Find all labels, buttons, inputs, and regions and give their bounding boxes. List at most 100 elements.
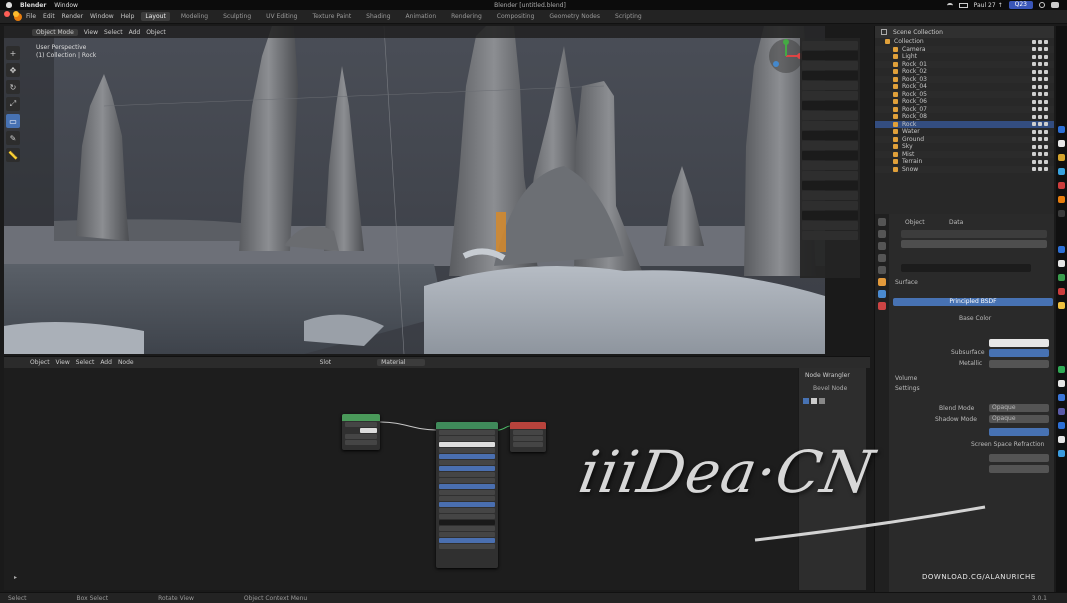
node-add-icon[interactable]	[803, 398, 809, 404]
ne-slot-dropdown[interactable]: Slot	[320, 359, 332, 366]
filter-icon[interactable]	[881, 29, 887, 35]
camera-icon[interactable]	[1038, 159, 1042, 164]
camera-icon[interactable]	[1038, 122, 1042, 127]
render-icon[interactable]	[1044, 144, 1048, 149]
tab-scripting[interactable]: Scripting	[611, 12, 646, 21]
search-icon[interactable]	[1039, 2, 1045, 8]
node-field[interactable]	[513, 442, 543, 447]
eye-icon[interactable]	[1032, 107, 1036, 112]
app-icon[interactable]	[1058, 408, 1065, 415]
outliner-row[interactable]: Light	[875, 53, 1054, 61]
menu-window[interactable]: Window	[90, 13, 114, 20]
node-field[interactable]	[439, 490, 495, 495]
outliner-row[interactable]: Water	[875, 128, 1054, 136]
node-field[interactable]	[439, 520, 495, 525]
status-pill[interactable]: Q23	[1008, 1, 1033, 9]
eye-icon[interactable]	[1032, 167, 1036, 172]
camera-icon[interactable]	[1038, 114, 1042, 119]
render-icon[interactable]	[1044, 152, 1048, 157]
ne-object-dropdown[interactable]: Object	[30, 359, 50, 366]
outliner-row[interactable]: Snow	[875, 165, 1054, 173]
tab-layout[interactable]: Layout	[141, 12, 170, 21]
outliner-row[interactable]: Ground	[875, 135, 1054, 143]
section-settings[interactable]: Settings	[895, 384, 920, 392]
tool-tab-icon[interactable]	[878, 218, 886, 226]
outliner-row[interactable]: Rock_01	[875, 60, 1054, 68]
camera-icon[interactable]	[1038, 99, 1042, 104]
ne-menu-add[interactable]: Add	[100, 359, 112, 366]
setting-field[interactable]	[989, 454, 1049, 462]
eye-icon[interactable]	[1032, 92, 1036, 97]
camera-icon[interactable]	[1038, 107, 1042, 112]
render-icon[interactable]	[1044, 99, 1048, 104]
sidebar-title[interactable]: Node Wrangler	[805, 372, 860, 379]
np-row[interactable]	[802, 141, 858, 150]
eye-icon[interactable]	[1032, 62, 1036, 67]
render-icon[interactable]	[1044, 167, 1048, 172]
eye-icon[interactable]	[1032, 84, 1036, 89]
menu-help[interactable]: Help	[121, 13, 135, 20]
camera-icon[interactable]	[1038, 62, 1042, 67]
shadow-mode-dropdown[interactable]: Opaque	[989, 415, 1049, 423]
scene-tab-icon[interactable]	[878, 254, 886, 262]
eye-icon[interactable]	[1032, 129, 1036, 134]
np-row[interactable]	[802, 41, 858, 50]
app-icon[interactable]	[1058, 450, 1065, 457]
select-tool-icon[interactable]: ▭	[6, 114, 20, 128]
np-row[interactable]	[802, 151, 858, 160]
node-field[interactable]	[439, 538, 495, 543]
vp-menu-view[interactable]: View	[84, 29, 98, 36]
annotate-tool-icon[interactable]: ✎	[6, 131, 20, 145]
render-icon[interactable]	[1044, 39, 1048, 44]
object-tab-label[interactable]: Object	[905, 218, 925, 226]
principled-bsdf-node[interactable]	[436, 422, 498, 568]
node-field[interactable]	[439, 514, 495, 519]
app-icon[interactable]	[1058, 168, 1065, 175]
np-row[interactable]	[802, 231, 858, 240]
eye-icon[interactable]	[1032, 114, 1036, 119]
tab-animation[interactable]: Animation	[402, 12, 441, 21]
outliner-row[interactable]: Mist	[875, 150, 1054, 158]
tab-modeling[interactable]: Modeling	[177, 12, 212, 21]
vp-menu-add[interactable]: Add	[129, 29, 141, 36]
node-field[interactable]	[439, 436, 495, 441]
material-tab-icon[interactable]	[878, 302, 886, 310]
eye-icon[interactable]	[1032, 54, 1036, 59]
render-icon[interactable]	[1044, 137, 1048, 142]
camera-icon[interactable]	[1038, 167, 1042, 172]
node-field[interactable]	[439, 448, 495, 453]
np-row[interactable]	[802, 51, 858, 60]
camera-icon[interactable]	[1038, 69, 1042, 74]
setting-field[interactable]	[989, 465, 1049, 473]
menu-file[interactable]: File	[26, 13, 36, 20]
render-icon[interactable]	[1044, 92, 1048, 97]
ne-menu-view[interactable]: View	[56, 359, 70, 366]
np-row[interactable]	[802, 171, 858, 180]
app-icon[interactable]	[1058, 196, 1065, 203]
minimize-dot[interactable]	[13, 11, 19, 17]
outliner-row[interactable]: Rock_05	[875, 90, 1054, 98]
eye-icon[interactable]	[1032, 77, 1036, 82]
output-tab-icon[interactable]	[878, 242, 886, 250]
material-output-node[interactable]	[510, 422, 546, 452]
node-settings-icon[interactable]	[819, 398, 825, 404]
render-icon[interactable]	[1044, 47, 1048, 52]
tab-compositing[interactable]: Compositing	[493, 12, 539, 21]
outliner-row[interactable]: Sky	[875, 143, 1054, 151]
render-icon[interactable]	[1044, 84, 1048, 89]
tab-uv-editing[interactable]: UV Editing	[262, 12, 301, 21]
np-row[interactable]	[802, 101, 858, 110]
render-icon[interactable]	[1044, 69, 1048, 74]
np-row[interactable]	[802, 121, 858, 130]
close-dot[interactable]	[4, 11, 10, 17]
menu-edit[interactable]: Edit	[43, 13, 55, 20]
vp-menu-object[interactable]: Object	[146, 29, 166, 36]
render-icon[interactable]	[1044, 54, 1048, 59]
node-field[interactable]	[513, 430, 543, 435]
render-icon[interactable]	[1044, 159, 1048, 164]
node-field[interactable]	[439, 430, 495, 435]
base-color-swatch[interactable]	[989, 339, 1049, 347]
node-header-bar[interactable]	[342, 414, 380, 421]
tab-texture-paint[interactable]: Texture Paint	[308, 12, 355, 21]
outliner-row[interactable]: Camera	[875, 45, 1054, 53]
